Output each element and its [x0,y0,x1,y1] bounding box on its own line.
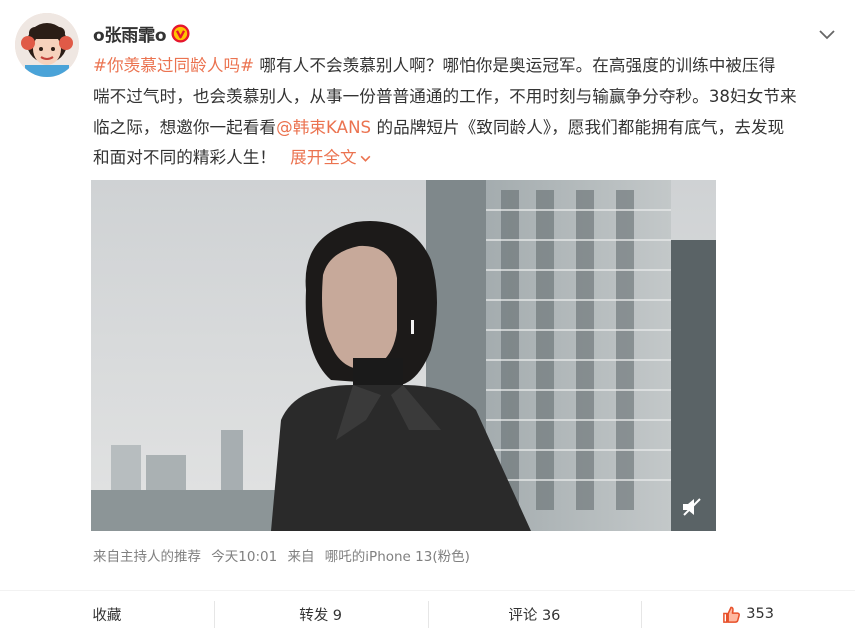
expand-full-text-link[interactable]: 展开全文 [290,148,372,167]
favorite-button[interactable]: 收藏 [0,591,214,637]
expand-label: 展开全文 [290,148,357,168]
weibo-post-card: o张雨霏o #你羡慕过同龄人吗# 哪有人不会羡慕别人啊？哪怕你是奥运冠军。在高强… [0,0,855,637]
chevron-down-icon[interactable] [817,24,837,44]
post-text-segment: 哪有人不会羡慕别人啊？哪怕你是奥运冠军。在高强度的训练中被压得 [254,56,776,75]
thumbs-up-icon [723,606,741,623]
post-text-line-3: 临之际，想邀你一起看看@韩束KANS 的品牌短片《致同龄人》，愿我们都能拥有底气… [93,113,838,144]
username-row: o张雨霏o [93,20,190,46]
verified-badge-icon [171,23,190,43]
post-text-segment: 临之际，想邀你一起看看 [93,117,277,137]
favorite-label: 收藏 [92,607,122,624]
post-text-line-4: 和面对不同的精彩人生！ 展开全文 [93,143,838,174]
action-bar: 收藏 转发 9 评论 36 353 [0,590,855,637]
comment-label: 评论 36 [508,607,561,624]
avatar[interactable] [15,13,79,77]
like-count: 353 [746,606,774,622]
device-source[interactable]: 哪吒的iPhone 13(粉色) [325,549,470,565]
like-button[interactable]: 353 [641,591,855,637]
avatar-image [15,13,79,77]
post-text-line-2: 喘不过气时，也会羡慕别人，从事一份普普通通的工作，不用时刻与输赢争分夺秒。38妇… [93,86,797,106]
post-text-segment: 的品牌短片《致同龄人》，愿我们都能拥有底气，去发现 [371,117,785,137]
post-source: 来自主持人的推荐 今天10:01 来自 哪吒的iPhone 13(粉色) [93,545,470,565]
chevron-down-icon [360,156,371,163]
hashtag-link[interactable]: #你羡慕过同龄人吗# [93,56,254,75]
repost-button[interactable]: 转发 9 [213,591,428,637]
mention-link[interactable]: @韩束KANS [276,118,371,137]
mute-icon[interactable] [680,495,704,519]
repost-label: 转发 9 [299,607,343,624]
post-text-segment: 和面对不同的精彩人生！ [93,148,277,168]
username[interactable]: o张雨霏o [93,21,167,46]
video-frame [91,180,716,531]
post-text: #你羡慕过同龄人吗# 哪有人不会羡慕别人啊？哪怕你是奥运冠军。在高强度的训练中被… [93,51,838,174]
video-player[interactable] [91,180,716,531]
recommend-source: 来自主持人的推荐 [93,549,201,565]
comment-button[interactable]: 评论 36 [427,591,642,637]
post-time[interactable]: 今天10:01 [211,549,277,565]
source-prefix: 来自 [287,549,315,565]
post-text-line-1: #你羡慕过同龄人吗# 哪有人不会羡慕别人啊？哪怕你是奥运冠军。在高强度的训练中被… [93,51,838,82]
